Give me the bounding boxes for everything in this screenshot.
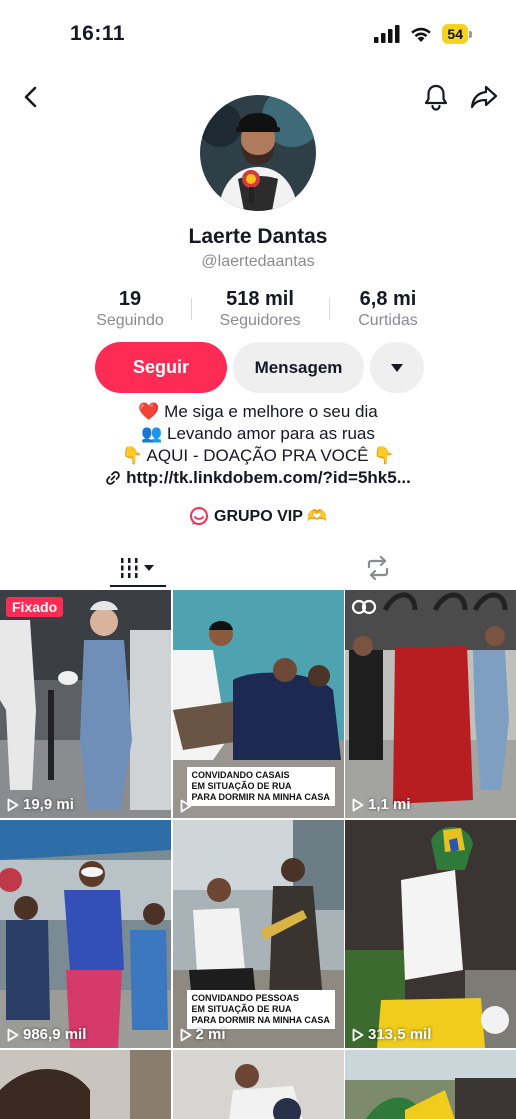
profile-name: Laerte Dantas bbox=[188, 225, 328, 248]
pinned-badge: Fixado bbox=[6, 597, 64, 617]
video-thumbnail[interactable]: 313,5 mil bbox=[345, 820, 516, 1048]
battery-level: 54 bbox=[442, 24, 468, 44]
profile-bio: ❤️ Me siga e melhore o seu dia 👥 Levando… bbox=[0, 401, 516, 492]
view-count: 313,5 mil bbox=[352, 1026, 431, 1043]
group-chat-label: GRUPO VIP 🫶 bbox=[214, 508, 327, 525]
group-chat-icon bbox=[190, 507, 208, 525]
stat-value: 518 mil bbox=[226, 288, 294, 310]
video-thumbnail[interactable]: CONVIDANDO CASAIS EM SITUAÇÃO DE RUA PAR… bbox=[172, 590, 344, 818]
video-thumbnail[interactable] bbox=[172, 1050, 344, 1119]
share-button[interactable] bbox=[467, 80, 501, 114]
bio-line: 👥 Levando amor para as ruas bbox=[141, 424, 375, 443]
collab-icon bbox=[351, 599, 377, 615]
content-tabs bbox=[0, 548, 516, 588]
caption-line: PARA DORMIR NA MINHA CASA bbox=[191, 1015, 330, 1025]
wifi-icon bbox=[411, 27, 432, 42]
message-button[interactable]: Mensagem bbox=[233, 342, 364, 393]
play-icon bbox=[180, 1028, 191, 1041]
notification-bell-button[interactable] bbox=[419, 80, 453, 114]
active-tab-indicator bbox=[110, 585, 166, 587]
thumbnail-image bbox=[345, 1050, 516, 1119]
stat-value: 6,8 mi bbox=[359, 288, 417, 310]
stat-followers[interactable]: 518 mil Seguidores bbox=[191, 287, 329, 331]
stat-likes[interactable]: 6,8 mi Curtidas bbox=[329, 287, 447, 331]
view-count-text: 2 mi bbox=[195, 1026, 226, 1043]
view-count: 1,1 mi bbox=[352, 796, 411, 813]
profile-stats: 19 Seguindo 518 mil Seguidores 6,8 mi Cu… bbox=[0, 287, 516, 331]
view-count: 986,9 mil bbox=[7, 1026, 86, 1043]
play-icon bbox=[7, 1028, 19, 1041]
profile-actions: Seguir Mensagem bbox=[95, 342, 424, 393]
caption-line: CONVIDANDO CASAIS bbox=[191, 770, 290, 780]
status-bar: 16:11 54 bbox=[0, 0, 516, 70]
bio-link[interactable]: http://tk.linkdobem.com/?id=5hk5... bbox=[105, 467, 411, 489]
avatar[interactable] bbox=[200, 95, 316, 211]
back-button[interactable] bbox=[14, 80, 48, 114]
battery-indicator: 54 bbox=[442, 24, 472, 44]
status-icons: 54 bbox=[374, 24, 472, 44]
video-grid: Fixado 19,9 mi CONVIDANDO CASAIS EM SITU… bbox=[0, 590, 516, 1119]
thumbnail-image bbox=[345, 590, 516, 818]
thumbnail-image bbox=[345, 820, 516, 1048]
repost-icon bbox=[367, 556, 389, 580]
caret-down-icon bbox=[391, 363, 403, 372]
view-count-text: 19,9 mi bbox=[23, 796, 74, 813]
play-icon bbox=[352, 1028, 364, 1041]
video-thumbnail[interactable]: 1,1 mi bbox=[345, 590, 516, 818]
tab-videos[interactable] bbox=[110, 548, 166, 588]
stat-label: Seguidores bbox=[219, 312, 301, 329]
link-icon bbox=[106, 471, 120, 485]
stat-label: Curtidas bbox=[358, 312, 418, 329]
video-thumbnail[interactable] bbox=[0, 1050, 171, 1119]
avatar-photo bbox=[200, 95, 316, 211]
view-count-text: 1,1 mi bbox=[368, 796, 411, 813]
play-icon bbox=[352, 798, 364, 811]
share-arrow-icon bbox=[470, 85, 498, 109]
thumbnail-image bbox=[172, 1050, 344, 1119]
cellular-signal-icon bbox=[374, 25, 400, 43]
view-count bbox=[180, 799, 196, 813]
status-time: 16:11 bbox=[70, 22, 126, 45]
stat-value: 19 bbox=[118, 288, 142, 310]
stat-following[interactable]: 19 Seguindo bbox=[69, 287, 191, 331]
caption-line: CONVIDANDO PESSOAS bbox=[191, 993, 300, 1003]
view-count: 19,9 mi bbox=[7, 796, 74, 813]
bio-line: ❤️ Me siga e melhore o seu dia bbox=[138, 402, 378, 421]
caption-line: EM SITUAÇÃO DE RUA bbox=[191, 781, 292, 791]
play-icon bbox=[180, 799, 191, 813]
stat-label: Seguindo bbox=[96, 312, 164, 329]
thumbnail-image bbox=[0, 1050, 171, 1119]
thumbnail-image bbox=[0, 590, 171, 818]
thumbnail-image bbox=[0, 820, 171, 1048]
bell-icon bbox=[424, 84, 448, 111]
bio-line: 👇 AQUI - DOAÇÃO PRA VOCÊ 👇 bbox=[121, 446, 395, 465]
video-caption: CONVIDANDO PESSOAS EM SITUAÇÃO DE RUA PA… bbox=[186, 990, 335, 1029]
battery-cap bbox=[469, 30, 472, 38]
video-caption: CONVIDANDO CASAIS EM SITUAÇÃO DE RUA PAR… bbox=[186, 767, 335, 806]
videos-grid-icon bbox=[121, 558, 154, 578]
follow-button[interactable]: Seguir bbox=[95, 342, 227, 393]
chevron-left-icon bbox=[24, 86, 37, 108]
bio-link-text: http://tk.linkdobem.com/?id=5hk5... bbox=[126, 468, 411, 487]
view-count-text: 986,9 mil bbox=[23, 1026, 87, 1043]
video-thumbnail[interactable]: 986,9 mil bbox=[0, 820, 171, 1048]
video-thumbnail[interactable]: CONVIDANDO PESSOAS EM SITUAÇÃO DE RUA PA… bbox=[172, 820, 344, 1048]
profile-handle: @laertedaantas bbox=[201, 253, 315, 270]
video-thumbnail[interactable]: Fixado 19,9 mi bbox=[0, 590, 171, 818]
view-count: 2 mi bbox=[180, 1026, 226, 1043]
view-count-text: 313,5 mil bbox=[368, 1026, 432, 1043]
group-chat-link[interactable]: GRUPO VIP 🫶 bbox=[0, 506, 516, 526]
suggested-accounts-button[interactable] bbox=[370, 342, 424, 393]
play-icon bbox=[7, 798, 19, 811]
caption-line: EM SITUAÇÃO DE RUA bbox=[191, 1004, 292, 1014]
video-thumbnail[interactable] bbox=[345, 1050, 516, 1119]
tab-reposts[interactable] bbox=[350, 548, 406, 588]
caption-line: PARA DORMIR NA MINHA CASA bbox=[191, 792, 330, 802]
